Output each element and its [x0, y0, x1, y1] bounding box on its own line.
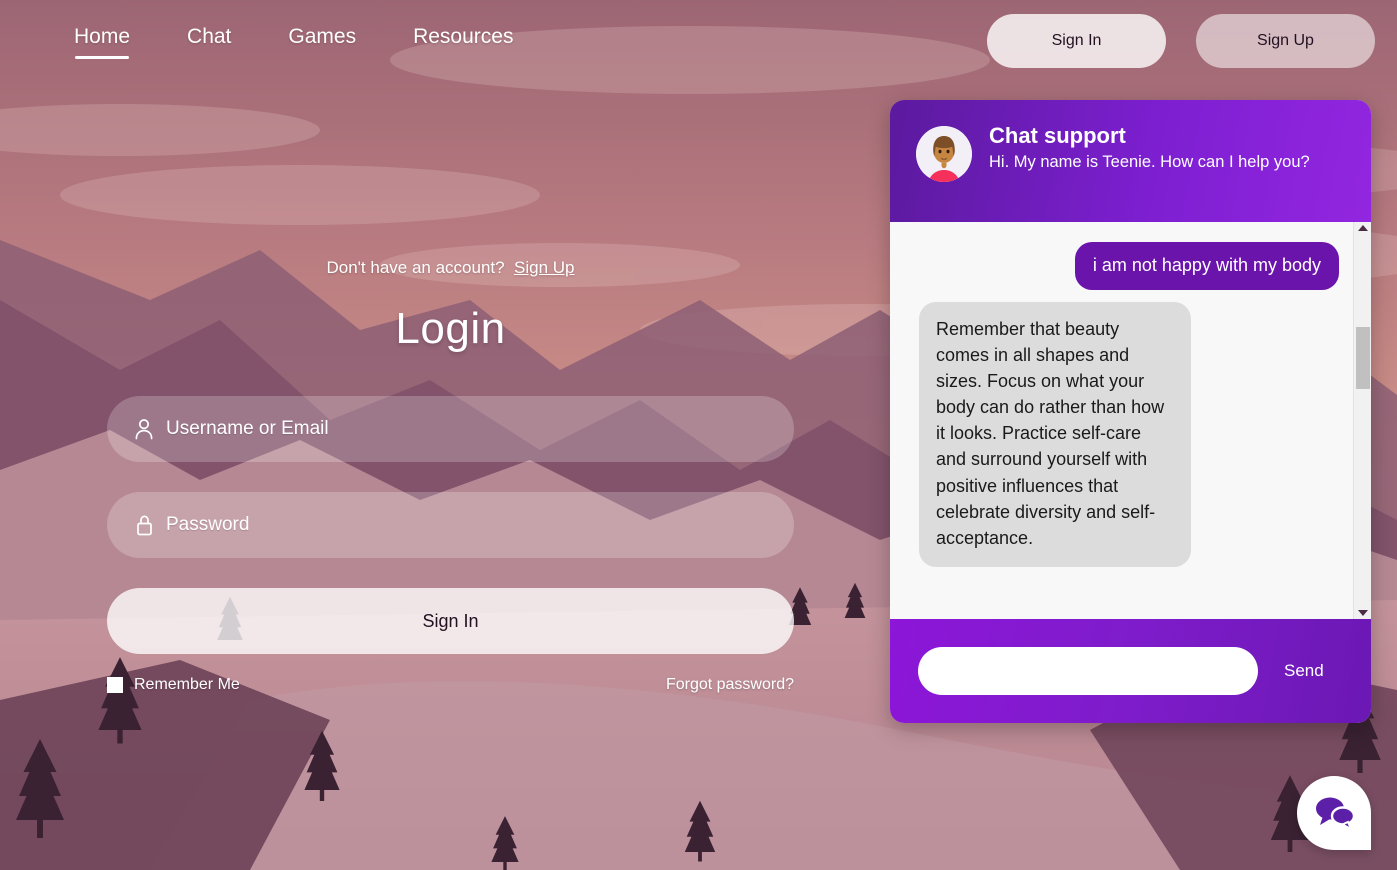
- sign-in-button[interactable]: Sign In: [987, 14, 1166, 68]
- sign-up-link[interactable]: Sign Up: [514, 258, 574, 277]
- chat-message-user: i am not happy with my body: [1074, 242, 1339, 290]
- caret-down-icon[interactable]: [1357, 610, 1368, 616]
- caret-up-icon[interactable]: [1357, 225, 1368, 231]
- chat-support-panel: Chat support Hi. My name is Teenie. How …: [890, 100, 1371, 723]
- forgot-password-link[interactable]: Forgot password?: [666, 676, 794, 694]
- password-field[interactable]: Password: [107, 492, 794, 558]
- nav-item-games[interactable]: Games: [288, 26, 356, 59]
- nav-links: Home Chat Games Resources: [74, 26, 570, 59]
- auth-buttons: Sign In Sign Up: [987, 14, 1375, 68]
- chat-input[interactable]: [918, 647, 1258, 695]
- password-placeholder: Password: [166, 514, 250, 535]
- chat-footer: Send: [890, 619, 1371, 723]
- login-options-row: Remember Me Forgot password?: [107, 676, 794, 694]
- account-prompt: Don't have an account? Sign Up: [107, 258, 794, 278]
- remember-me-label: Remember Me: [134, 676, 240, 693]
- checkbox-box[interactable]: [107, 677, 123, 693]
- login-form: Don't have an account? Sign Up Login Use…: [107, 258, 794, 694]
- lock-icon: [131, 514, 157, 537]
- login-submit-button[interactable]: Sign In: [107, 588, 794, 654]
- scrollbar-thumb[interactable]: [1356, 327, 1370, 389]
- chat-messages: i am not happy with my body Remember tha…: [890, 222, 1353, 619]
- chat-bubbles-icon: [1313, 794, 1356, 833]
- chat-title: Chat support: [989, 123, 1126, 148]
- nav-item-home[interactable]: Home: [74, 26, 130, 59]
- nav-item-chat[interactable]: Chat: [187, 26, 231, 59]
- sign-up-button[interactable]: Sign Up: [1196, 14, 1375, 68]
- account-prompt-text: Don't have an account?: [326, 258, 505, 277]
- chat-greeting: Hi. My name is Teenie. How can I help yo…: [989, 152, 1310, 171]
- chat-header: Chat support Hi. My name is Teenie. How …: [890, 100, 1371, 222]
- chat-header-text: Chat support Hi. My name is Teenie. How …: [989, 122, 1310, 172]
- person-icon: [131, 418, 157, 440]
- chat-message-area: i am not happy with my body Remember tha…: [890, 222, 1371, 619]
- send-button[interactable]: Send: [1284, 661, 1324, 681]
- username-field[interactable]: Username or Email: [107, 396, 794, 462]
- username-placeholder: Username or Email: [166, 418, 329, 439]
- chat-scrollbar[interactable]: [1353, 222, 1371, 619]
- woman-avatar-icon: [916, 126, 972, 182]
- nav-item-resources[interactable]: Resources: [413, 26, 513, 59]
- top-navbar: Home Chat Games Resources Sign In Sign U…: [0, 0, 1397, 84]
- page-title: Login: [395, 304, 506, 353]
- chat-launcher-button[interactable]: [1297, 776, 1371, 850]
- chat-message-bot: Remember that beauty comes in all shapes…: [919, 301, 1191, 567]
- remember-me-checkbox[interactable]: Remember Me: [107, 676, 240, 694]
